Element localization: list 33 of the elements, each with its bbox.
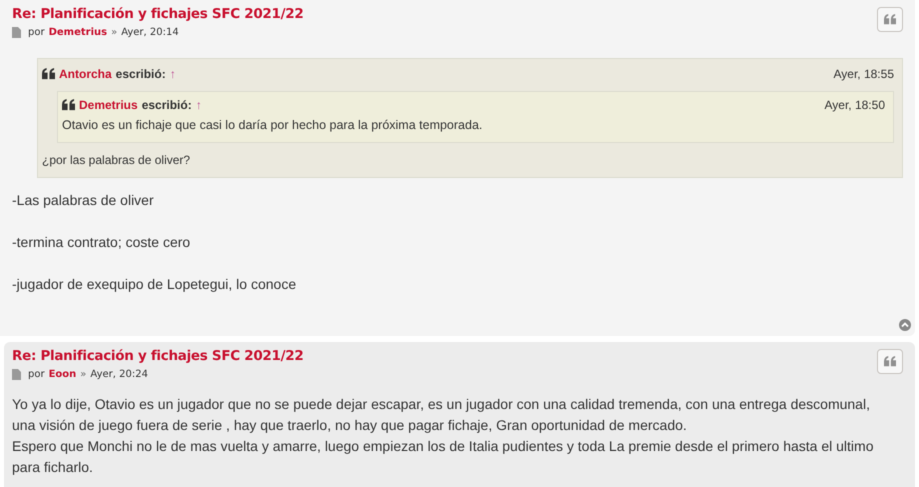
post-time: Ayer, 20:14 — [121, 27, 179, 38]
post-time: Ayer, 20:24 — [90, 369, 148, 380]
post-text: -jugador de exequipo de Lopetegui, lo conoce — [12, 275, 298, 294]
username-link[interactable]: Demetrius — [79, 98, 138, 112]
jump-link[interactable]: ↑ — [196, 98, 202, 112]
quote-button[interactable] — [877, 349, 903, 374]
separator: » — [80, 369, 86, 380]
quote-icon — [42, 68, 55, 80]
quote-text: ¿por las palabras de oliver? — [42, 152, 192, 169]
quote-icon — [884, 14, 896, 25]
quote-text: Otavio es un fichaje que casi lo daría por hecho para la próxima temporada. — [62, 117, 484, 134]
post-title-link[interactable]: Re: Planificación y fichajes SFC 2021/22 — [12, 4, 304, 22]
quote-icon — [884, 356, 896, 367]
quote-time: Ayer, 18:55 — [834, 67, 894, 81]
separator: » — [111, 27, 118, 38]
file-icon — [12, 369, 21, 380]
quote-label: escribió: — [142, 98, 192, 112]
post-text: -Las palabras de oliver — [12, 191, 155, 210]
post-text: -termina contrato; coste cero — [12, 233, 192, 252]
quote-icon — [62, 99, 75, 111]
quote-label: escribió: — [116, 67, 166, 81]
back-to-top-icon[interactable] — [899, 319, 911, 331]
username-link[interactable]: Eoon — [48, 369, 76, 380]
username-link[interactable]: Antorcha — [59, 67, 112, 81]
file-icon — [12, 27, 21, 38]
post-text: Yo ya lo dije, Otavio es un jugador que no se puede dejar escapar, es un jugador con una calidad tremenda, con una entrega descomunal, una visión de juego fuera de serie , hay que traerlo, no hay que pagar fichaje, Gran oportunidad de mercado. Espero que Monchi no le de mas vuelta y amarre, luego empiezan los de Italia pudientes y toda La premie desde el primero hasta el ultimo para ficharlo. — [12, 395, 874, 477]
username-link[interactable]: Demetrius — [48, 27, 108, 38]
quote-button[interactable] — [877, 7, 903, 32]
jump-link[interactable]: ↑ — [170, 67, 176, 81]
by-label: por — [28, 27, 45, 38]
quote-time: Ayer, 18:50 — [824, 98, 885, 112]
by-label: por — [28, 369, 45, 380]
post-title-link[interactable]: Re: Planificación y fichajes SFC 2021/22 — [12, 346, 304, 364]
